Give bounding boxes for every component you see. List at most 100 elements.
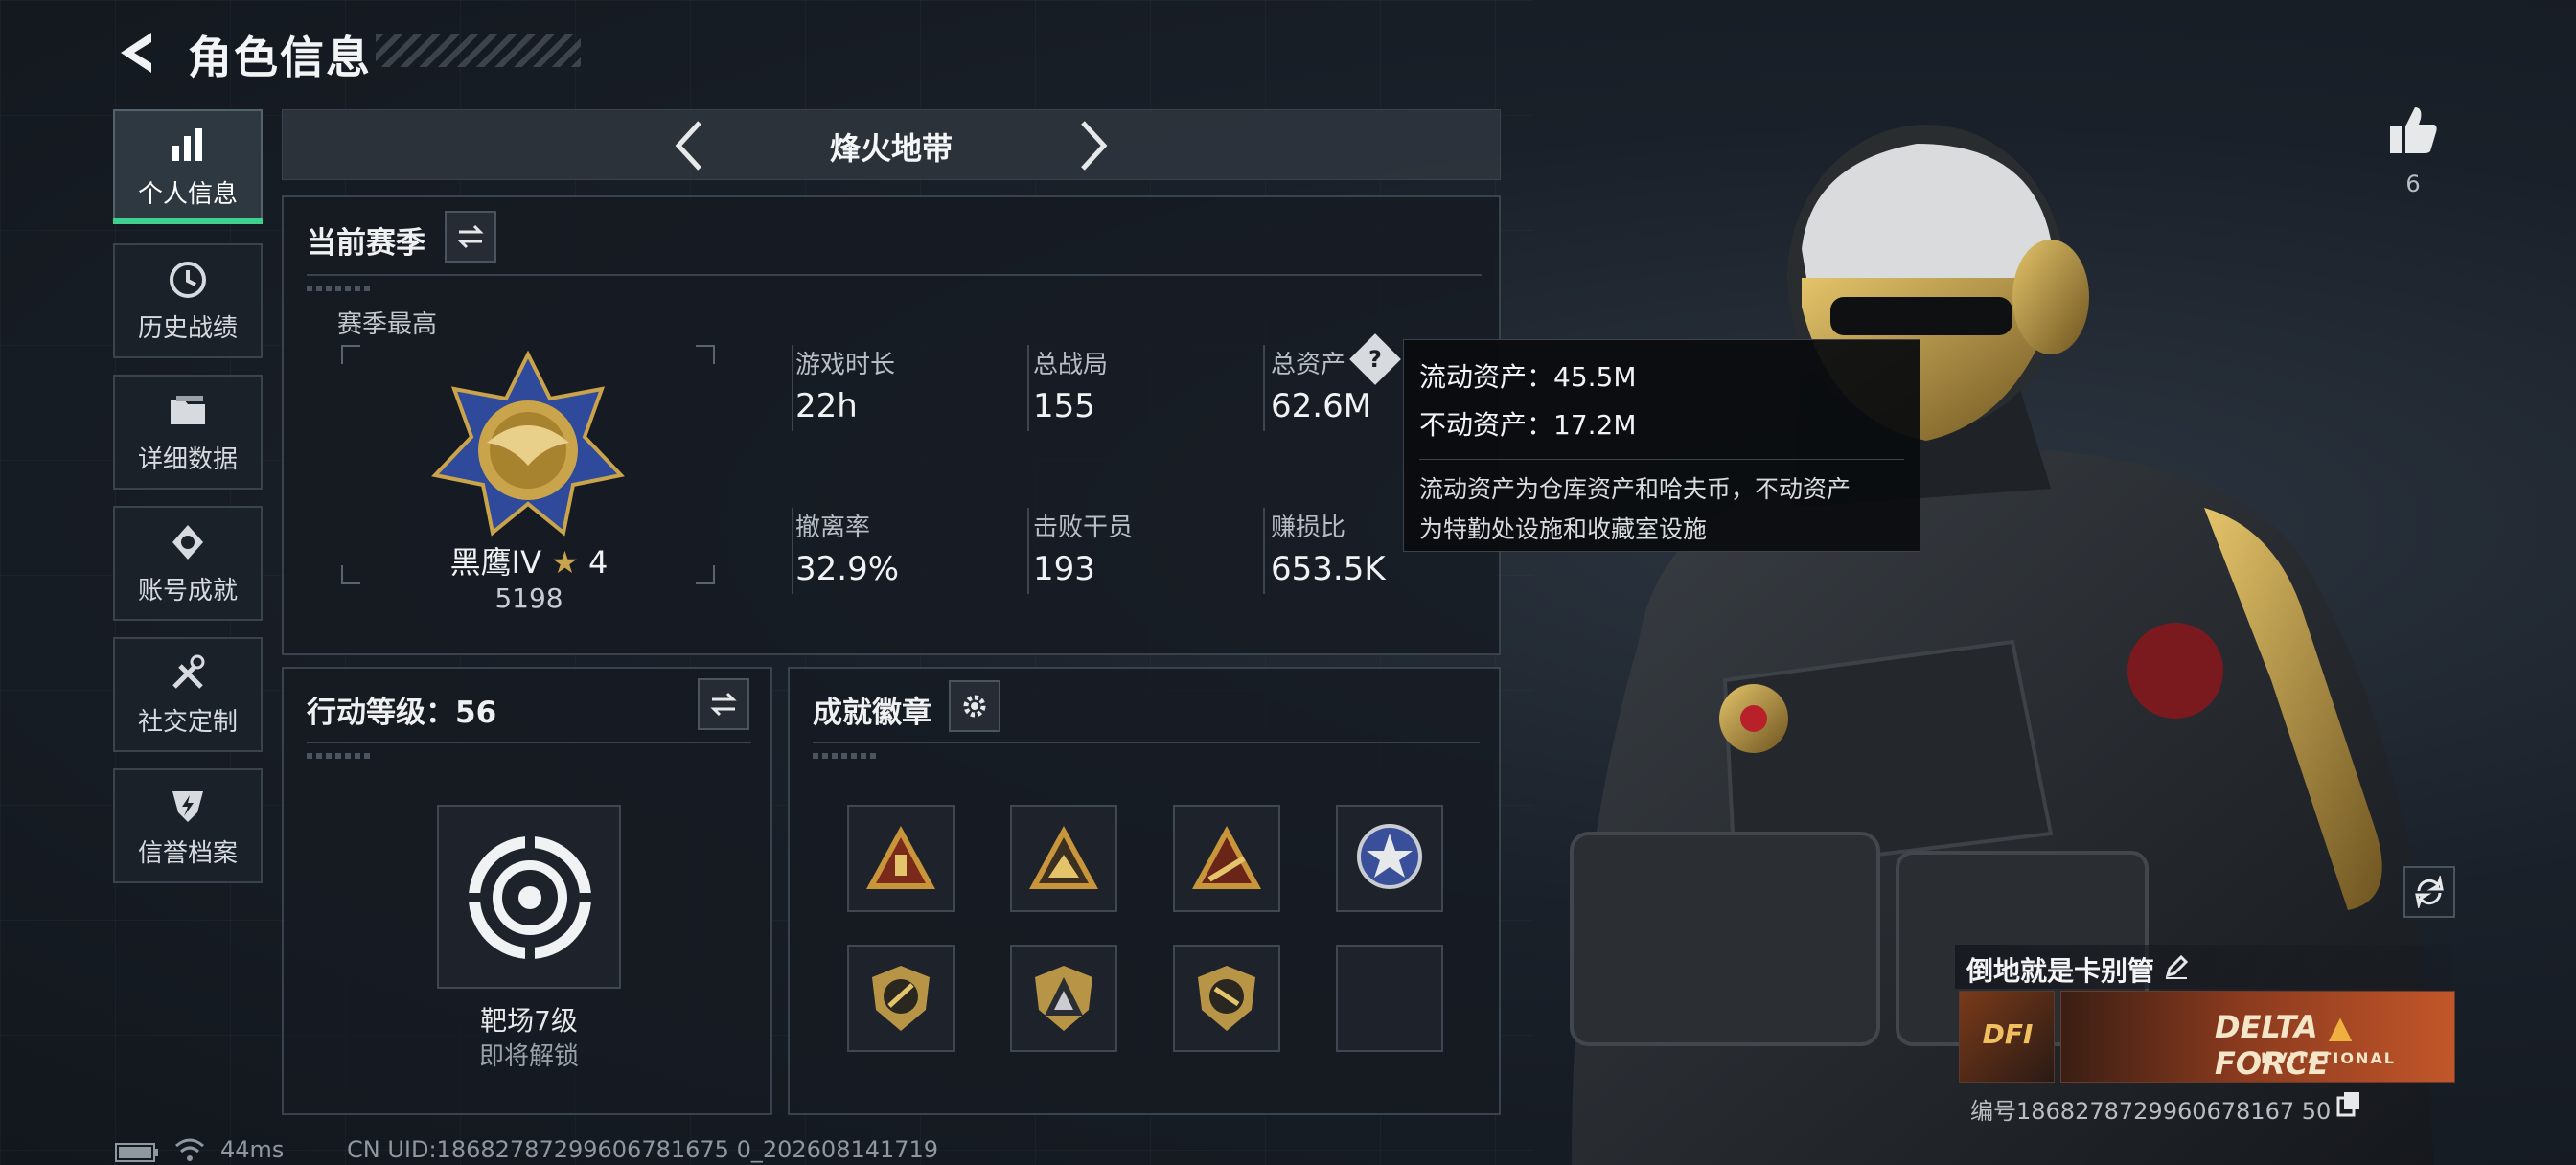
rank-emblem-icon xyxy=(431,351,625,537)
divider xyxy=(1263,345,1265,431)
rank-name-line: 黑鹰IV ★ 4 xyxy=(337,538,721,582)
sidebar-item-label: 详细数据 xyxy=(137,445,238,474)
stat-label-assets: 总资产 xyxy=(1271,351,1346,379)
stat-label-profit-ratio: 赚损比 xyxy=(1271,514,1346,542)
stat-value-kills: 193 xyxy=(1033,550,1095,588)
action-level-title: 行动等级：56 xyxy=(307,696,497,730)
banner-title: DELTA ▲ FORCE xyxy=(2215,1009,2454,1082)
swap-icon xyxy=(457,224,484,249)
rank-score: 5198 xyxy=(494,582,564,614)
stat-label-extract-rate: 撤离率 xyxy=(795,514,871,542)
sidebar-item-label: 账号成就 xyxy=(137,576,238,605)
uid-text: CN UID:18682787299606781675 0_2026081417… xyxy=(347,1136,939,1163)
shield-badge-icon xyxy=(872,966,930,1031)
rotate-model-button[interactable] xyxy=(2404,866,2455,918)
target-icon xyxy=(468,835,592,960)
action-level-switch-button[interactable] xyxy=(698,678,749,730)
reward-item-status: 即将解锁 xyxy=(478,1042,579,1071)
divider-stripe xyxy=(307,286,374,291)
badge-slot[interactable] xyxy=(1010,805,1117,912)
sidebar-item-label: 社交定制 xyxy=(137,707,238,737)
wifi-icon xyxy=(175,1138,204,1161)
chevron-left-icon[interactable] xyxy=(671,119,709,172)
battery-icon xyxy=(115,1143,158,1162)
badge-slot[interactable] xyxy=(1173,945,1280,1052)
divider xyxy=(792,508,794,594)
season-switch-button[interactable] xyxy=(445,211,496,263)
badges-settings-button[interactable] xyxy=(949,680,1000,732)
copy-icon[interactable] xyxy=(2336,1090,2361,1117)
badge-slot-empty[interactable] xyxy=(1336,945,1443,1052)
tooltip-liquid-assets: 流动资产：45.5M xyxy=(1419,361,1637,393)
triangle-badge-icon xyxy=(1192,826,1261,889)
divider-stripe xyxy=(307,753,374,759)
tools-icon xyxy=(172,654,205,689)
triangle-badge-icon xyxy=(1029,826,1098,889)
shield-badge-icon xyxy=(1035,966,1092,1031)
player-banner[interactable]: DELTA ▲ FORCE INVITATIONAL xyxy=(2060,991,2455,1083)
badge-slot[interactable] xyxy=(847,945,954,1052)
ping-value: 44ms xyxy=(220,1136,285,1163)
tooltip-desc-line: 流动资产为仓库资产和哈夫币，不动资产 xyxy=(1419,475,1852,503)
badge-slot[interactable] xyxy=(847,805,954,912)
sidebar-item-label: 信誉档案 xyxy=(137,838,238,868)
rank-name: 黑鹰IV xyxy=(449,544,541,581)
rotate-icon xyxy=(2415,876,2444,908)
page-title: 角色信息 xyxy=(188,32,372,83)
stat-label-playtime: 游戏时长 xyxy=(795,351,896,379)
chevron-right-icon[interactable] xyxy=(1073,119,1112,172)
stat-value-extract-rate: 32.9% xyxy=(795,550,900,588)
title-decoration xyxy=(376,34,581,67)
tooltip-desc-line: 为特勤处设施和收藏室设施 xyxy=(1419,515,1708,543)
bar-chart-icon xyxy=(172,127,202,161)
player-id: 编号1868278729960678167 50 xyxy=(1970,1098,2332,1125)
swap-icon xyxy=(710,692,737,717)
sidebar-item-credit[interactable]: 信誉档案 xyxy=(113,768,263,883)
season-best-label: 赛季最高 xyxy=(337,310,438,339)
rank-stars: 4 xyxy=(588,544,609,581)
divider xyxy=(1027,345,1029,431)
credit-emblem-icon xyxy=(172,790,203,822)
divider xyxy=(307,274,1482,276)
assets-tooltip: 流动资产：45.5M 不动资产：17.2M 流动资产为仓库资产和哈夫币，不动资产… xyxy=(1403,339,1920,552)
stat-label-kills: 击败干员 xyxy=(1033,514,1134,542)
sidebar-item-label: 历史战绩 xyxy=(137,313,238,343)
tooltip-fixed-assets: 不动资产：17.2M xyxy=(1419,409,1637,441)
banner-triangle-icon: ▲ xyxy=(2328,1009,2353,1045)
star-emblem-badge-icon xyxy=(1357,824,1422,889)
edit-pencil-icon[interactable] xyxy=(2162,952,2191,981)
stat-value-playtime: 22h xyxy=(795,387,858,425)
player-name: 倒地就是卡别管 xyxy=(1966,955,2155,987)
likes-count: 6 xyxy=(2405,171,2421,197)
badge-slot[interactable] xyxy=(1173,805,1280,912)
banner-small: DFI xyxy=(1959,991,2055,1083)
season-title: 当前赛季 xyxy=(307,226,426,261)
stat-value-profit-ratio: 653.5K xyxy=(1271,550,1386,588)
sidebar-item-details[interactable]: 详细数据 xyxy=(113,375,263,490)
frame-corner xyxy=(696,345,715,364)
thumbs-up-icon[interactable] xyxy=(2386,103,2440,157)
banner-small-text: DFI xyxy=(1982,1018,2034,1050)
map-mode-name: 烽火地带 xyxy=(829,130,953,167)
banner-word: DELTA xyxy=(2215,1009,2318,1045)
badge-slot[interactable] xyxy=(1336,805,1443,912)
sidebar-item-history[interactable]: 历史战绩 xyxy=(113,243,263,358)
frame-corner xyxy=(341,345,360,364)
tooltip-description: 流动资产为仓库资产和哈夫币，不动资产 为特勤处设施和收藏室设施 xyxy=(1419,459,1904,550)
divider xyxy=(813,742,1480,743)
back-arrow-icon[interactable] xyxy=(113,29,161,77)
divider-stripe xyxy=(813,753,880,759)
badge-slot[interactable] xyxy=(1010,945,1117,1052)
sidebar-item-social[interactable]: 社交定制 xyxy=(113,637,263,752)
divider xyxy=(307,742,751,743)
achievement-medal-icon xyxy=(172,524,203,560)
divider xyxy=(1263,508,1265,594)
help-icon[interactable]: ? xyxy=(1357,341,1393,377)
sidebar-item-label: 个人信息 xyxy=(137,179,238,209)
divider xyxy=(1027,508,1029,594)
reward-item-card[interactable] xyxy=(437,805,621,989)
gear-icon xyxy=(963,695,986,718)
reward-item-name: 靶场7级 xyxy=(480,1005,578,1037)
sidebar-item-achievements[interactable]: 账号成就 xyxy=(113,506,263,621)
sidebar-item-profile[interactable]: 个人信息 xyxy=(113,109,263,224)
